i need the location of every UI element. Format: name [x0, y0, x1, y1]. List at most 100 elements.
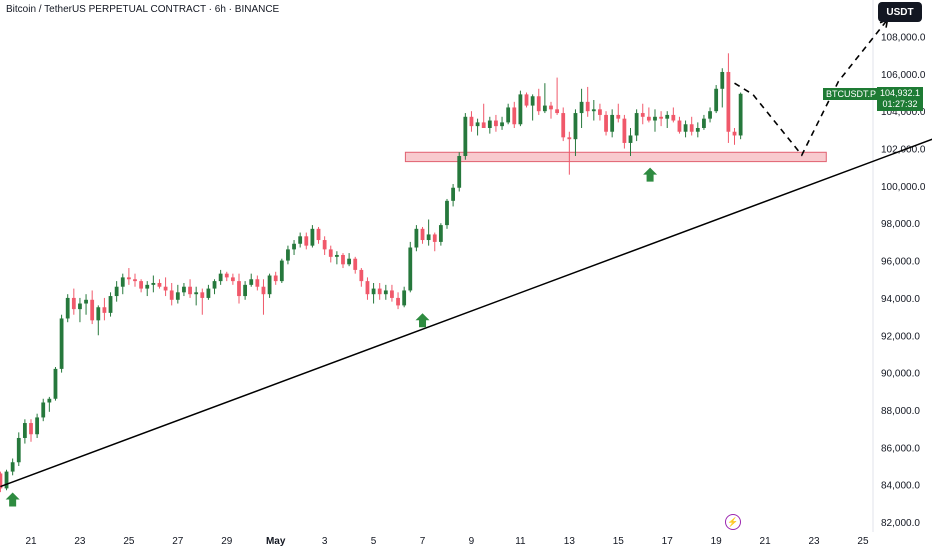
candle[interactable]: [316, 226, 321, 244]
support-zone[interactable]: [404, 151, 827, 163]
candle[interactable]: [35, 413, 40, 438]
candle[interactable]: [206, 284, 211, 300]
time-axis[interactable]: 21 23 25 27 29 May 3 5 7 9 11 13 15 17 19 21 23 25: [25, 536, 869, 547]
candle[interactable]: [512, 101, 517, 128]
candle[interactable]: [579, 88, 584, 128]
candle[interactable]: [610, 109, 615, 138]
candle[interactable]: [96, 305, 101, 336]
candle[interactable]: [157, 279, 162, 289]
candle[interactable]: [304, 232, 309, 250]
candle[interactable]: [341, 253, 345, 269]
candle[interactable]: [4, 469, 9, 491]
candle[interactable]: [524, 92, 529, 108]
candle[interactable]: [353, 256, 358, 274]
candle[interactable]: [402, 286, 407, 308]
candle[interactable]: [487, 116, 492, 134]
candle[interactable]: [708, 107, 712, 123]
candle[interactable]: [120, 273, 125, 295]
candle[interactable]: [47, 396, 52, 412]
candle[interactable]: [469, 111, 474, 132]
candle[interactable]: [145, 281, 150, 297]
candle[interactable]: [445, 198, 449, 229]
candle[interactable]: [175, 284, 180, 304]
candle[interactable]: [371, 282, 376, 304]
candle[interactable]: [212, 279, 217, 295]
candle[interactable]: [126, 268, 131, 285]
candle[interactable]: [506, 103, 511, 125]
candle[interactable]: [59, 314, 64, 373]
candle[interactable]: [714, 85, 719, 114]
candle[interactable]: [683, 120, 688, 138]
candle[interactable]: [22, 419, 27, 444]
candle[interactable]: [65, 294, 70, 323]
candle[interactable]: [530, 94, 535, 121]
candle[interactable]: [665, 111, 670, 128]
candle[interactable]: [634, 109, 639, 142]
candle[interactable]: [224, 271, 229, 282]
candle[interactable]: [695, 122, 700, 138]
lightning-icon[interactable]: ⚡: [725, 514, 741, 530]
candle[interactable]: [671, 107, 676, 123]
candle[interactable]: [598, 103, 602, 121]
candle[interactable]: [536, 88, 541, 115]
candle[interactable]: [298, 232, 303, 248]
candle[interactable]: [151, 275, 156, 293]
candle[interactable]: [677, 116, 682, 134]
candle[interactable]: [328, 245, 333, 263]
candle[interactable]: [732, 127, 737, 145]
candle[interactable]: [90, 290, 95, 325]
candle[interactable]: [475, 118, 480, 136]
candle[interactable]: [604, 111, 608, 136]
candle[interactable]: [481, 103, 486, 128]
candle[interactable]: [573, 109, 578, 157]
candle[interactable]: [591, 99, 596, 121]
candle[interactable]: [16, 432, 21, 466]
candle[interactable]: [438, 223, 443, 246]
candle[interactable]: [114, 281, 119, 302]
candle[interactable]: [255, 275, 260, 291]
candle[interactable]: [616, 103, 621, 123]
candle[interactable]: [249, 273, 254, 287]
candle[interactable]: [720, 68, 725, 108]
candle[interactable]: [585, 86, 590, 117]
candle[interactable]: [139, 279, 144, 293]
candle[interactable]: [500, 116, 504, 130]
candle[interactable]: [702, 114, 706, 130]
candle[interactable]: [432, 232, 437, 252]
candle[interactable]: [359, 268, 364, 287]
candle[interactable]: [383, 284, 388, 300]
candle[interactable]: [310, 225, 315, 248]
candle[interactable]: [659, 111, 663, 127]
candle[interactable]: [322, 236, 327, 255]
candle[interactable]: [78, 297, 82, 323]
candle[interactable]: [200, 288, 205, 315]
candle[interactable]: [218, 269, 223, 285]
candle[interactable]: [555, 77, 560, 115]
candle[interactable]: [261, 279, 266, 315]
candle[interactable]: [71, 288, 76, 315]
candle[interactable]: [292, 240, 296, 255]
candle[interactable]: [726, 53, 731, 143]
candle[interactable]: [646, 107, 651, 123]
candle[interactable]: [457, 152, 462, 192]
currency-button[interactable]: USDT: [878, 2, 922, 22]
candle[interactable]: [0, 471, 3, 493]
candle[interactable]: [518, 90, 523, 127]
candle[interactable]: [267, 273, 272, 298]
candle[interactable]: [10, 458, 15, 476]
candle[interactable]: [365, 277, 370, 300]
candle[interactable]: [396, 292, 400, 310]
trendline[interactable]: [0, 115, 932, 488]
candle[interactable]: [273, 271, 278, 285]
candle[interactable]: [102, 297, 107, 321]
candle[interactable]: [29, 419, 33, 442]
candle[interactable]: [653, 109, 657, 132]
candle[interactable]: [426, 219, 431, 246]
candle[interactable]: [237, 273, 241, 304]
candle[interactable]: [640, 103, 645, 125]
candle[interactable]: [463, 113, 468, 160]
candle[interactable]: [194, 286, 199, 306]
candle[interactable]: [41, 398, 46, 422]
candle[interactable]: [561, 107, 566, 142]
candle[interactable]: [347, 253, 352, 267]
